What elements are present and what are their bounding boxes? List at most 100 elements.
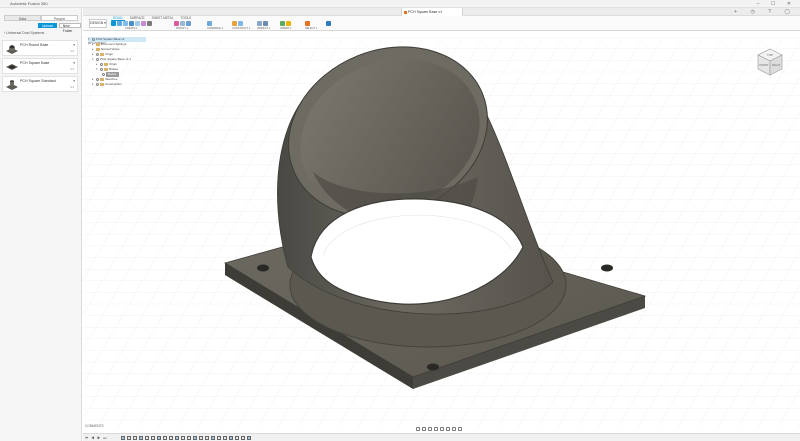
timeline-feature-icon[interactable] [169, 436, 173, 440]
modify-group[interactable]: MODIFY ▾ [174, 21, 204, 30]
section-icon[interactable] [263, 21, 268, 26]
title-bar: Autodesk Fusion 360 – ☐ ✕ [0, 0, 800, 8]
timeline-feature-icon[interactable] [121, 436, 125, 440]
tree-row[interactable]: ▸ Construction [92, 82, 122, 87]
pan-icon[interactable] [428, 427, 432, 431]
group-label: MODIFY ▾ [176, 27, 189, 30]
fillet-icon[interactable] [180, 21, 185, 26]
construct-group[interactable]: CONSTRUCT ▾ [232, 21, 254, 30]
eye-icon[interactable] [92, 38, 95, 41]
model-canvas[interactable] [83, 37, 800, 427]
file-card[interactable]: PCH Round Base ▾ V1 [2, 40, 78, 56]
timeline-feature-icon[interactable] [151, 436, 155, 440]
chevron-down-icon[interactable]: ▾ [73, 43, 75, 47]
sketch-icon[interactable] [111, 21, 116, 26]
viewcube-front-label[interactable]: FRONT [760, 63, 769, 67]
tab-people[interactable]: People [41, 15, 78, 21]
joint-icon[interactable] [207, 21, 212, 26]
file-name: PCH Square Base [20, 61, 50, 65]
display-settings-icon[interactable] [446, 427, 450, 431]
timeline-feature-icon[interactable] [247, 436, 251, 440]
expand-icon[interactable]: ▸ [92, 82, 95, 87]
timeline-feature-icon[interactable] [193, 436, 197, 440]
workspace-switcher[interactable]: DESIGN ▾ [89, 19, 107, 28]
viewcube-top-label[interactable]: TOP [767, 53, 773, 57]
canvas-icon[interactable] [286, 21, 291, 26]
timeline-feature-icon[interactable] [223, 436, 227, 440]
timeline-feature-icon[interactable] [157, 436, 161, 440]
extrude-icon[interactable] [117, 21, 122, 26]
timeline-feature-icon[interactable] [205, 436, 209, 440]
file-card[interactable]: PCH Square Base ▾ V1 [2, 58, 78, 74]
folder-icon [104, 63, 108, 66]
loft-icon[interactable] [135, 21, 140, 26]
timeline-feature-icon[interactable] [175, 436, 179, 440]
zoom-icon[interactable] [434, 427, 438, 431]
tab-data[interactable]: Data [4, 15, 41, 21]
expand-icon[interactable]: ▾ [96, 67, 99, 72]
upload-button[interactable]: Upload [38, 23, 57, 28]
make-icon[interactable] [326, 21, 331, 26]
sweep-icon[interactable] [129, 21, 134, 26]
document-tab[interactable]: PCH Square Base v1 [401, 8, 463, 16]
timeline-feature-icon[interactable] [133, 436, 137, 440]
extra-group[interactable] [326, 21, 342, 30]
expand-icon[interactable]: ▾ [92, 57, 95, 62]
assemble-group[interactable]: ASSEMBLE ▾ [207, 21, 229, 30]
timeline[interactable]: ⏮ ◀ ▶ ⏭ [83, 433, 800, 441]
measure-icon[interactable] [257, 21, 262, 26]
timeline-feature-icon[interactable] [163, 436, 167, 440]
eye-icon[interactable] [96, 78, 99, 81]
viewcube-right-label[interactable]: RIGHT [772, 63, 780, 67]
chevron-down-icon[interactable]: ▾ [73, 79, 75, 83]
timeline-feature-icon[interactable] [199, 436, 203, 440]
viewcube[interactable]: TOP FRONT RIGHT [752, 45, 788, 81]
eye-icon[interactable] [96, 53, 99, 56]
timeline-feature-icon[interactable] [127, 436, 131, 440]
eye-icon[interactable] [102, 73, 105, 76]
timeline-feature-icon[interactable] [139, 436, 143, 440]
pattern-icon[interactable] [141, 21, 146, 26]
breadcrumb[interactable]: ‹ Universal Dust Systems [4, 31, 44, 35]
select-icon[interactable] [305, 21, 310, 26]
timeline-feature-icon[interactable] [211, 436, 215, 440]
timeline-feature-icon[interactable] [187, 436, 191, 440]
timeline-feature-icon[interactable] [217, 436, 221, 440]
chevron-down-icon[interactable]: ▾ [73, 61, 75, 65]
inspect-group[interactable]: INSPECT ▾ [257, 21, 277, 30]
fit-icon[interactable] [440, 427, 444, 431]
canvas-viewport[interactable] [83, 37, 800, 427]
insert-icon[interactable] [280, 21, 285, 26]
eye-icon[interactable] [96, 58, 99, 61]
eye-icon[interactable] [96, 83, 99, 86]
axis-icon[interactable] [238, 21, 243, 26]
timeline-feature-icon[interactable] [229, 436, 233, 440]
grid-settings-icon[interactable] [452, 427, 456, 431]
file-card[interactable]: PCH Square Standard ▾ V1 [2, 76, 78, 92]
window-controls[interactable]: – ☐ ✕ [757, 1, 796, 7]
plane-icon[interactable] [232, 21, 237, 26]
insert-group[interactable]: INSERT ▾ [280, 21, 302, 30]
toolbar: DESIGN ▾ SOLID SURFACE SHEET METAL TOOLS… [83, 16, 800, 31]
select-group[interactable]: SELECT ▾ [305, 21, 323, 30]
timeline-feature-icon[interactable] [181, 436, 185, 440]
expand-icon[interactable]: ▾ [88, 37, 91, 42]
box-icon[interactable] [147, 21, 152, 26]
timeline-feature-icon[interactable] [145, 436, 149, 440]
timeline-controls[interactable]: ⏮ ◀ ▶ ⏭ [85, 436, 107, 440]
folder-icon [96, 43, 100, 46]
create-group[interactable]: CREATE ▾ [111, 21, 171, 30]
orbit-icon[interactable] [416, 427, 420, 431]
new-folder-button[interactable]: New Folder [58, 23, 81, 33]
look-at-icon[interactable] [422, 427, 426, 431]
viewports-icon[interactable] [458, 427, 462, 431]
chamfer-icon[interactable] [186, 21, 191, 26]
press-pull-icon[interactable] [174, 21, 179, 26]
timeline-feature-icon[interactable] [241, 436, 245, 440]
eye-icon[interactable] [100, 68, 103, 71]
eye-icon[interactable] [100, 63, 103, 66]
timeline-feature-icon[interactable] [235, 436, 239, 440]
revolve-icon[interactable] [123, 21, 128, 26]
account-icons[interactable]: + ◷ ? ◯ [734, 9, 796, 15]
file-thumbnail-icon [6, 64, 18, 70]
